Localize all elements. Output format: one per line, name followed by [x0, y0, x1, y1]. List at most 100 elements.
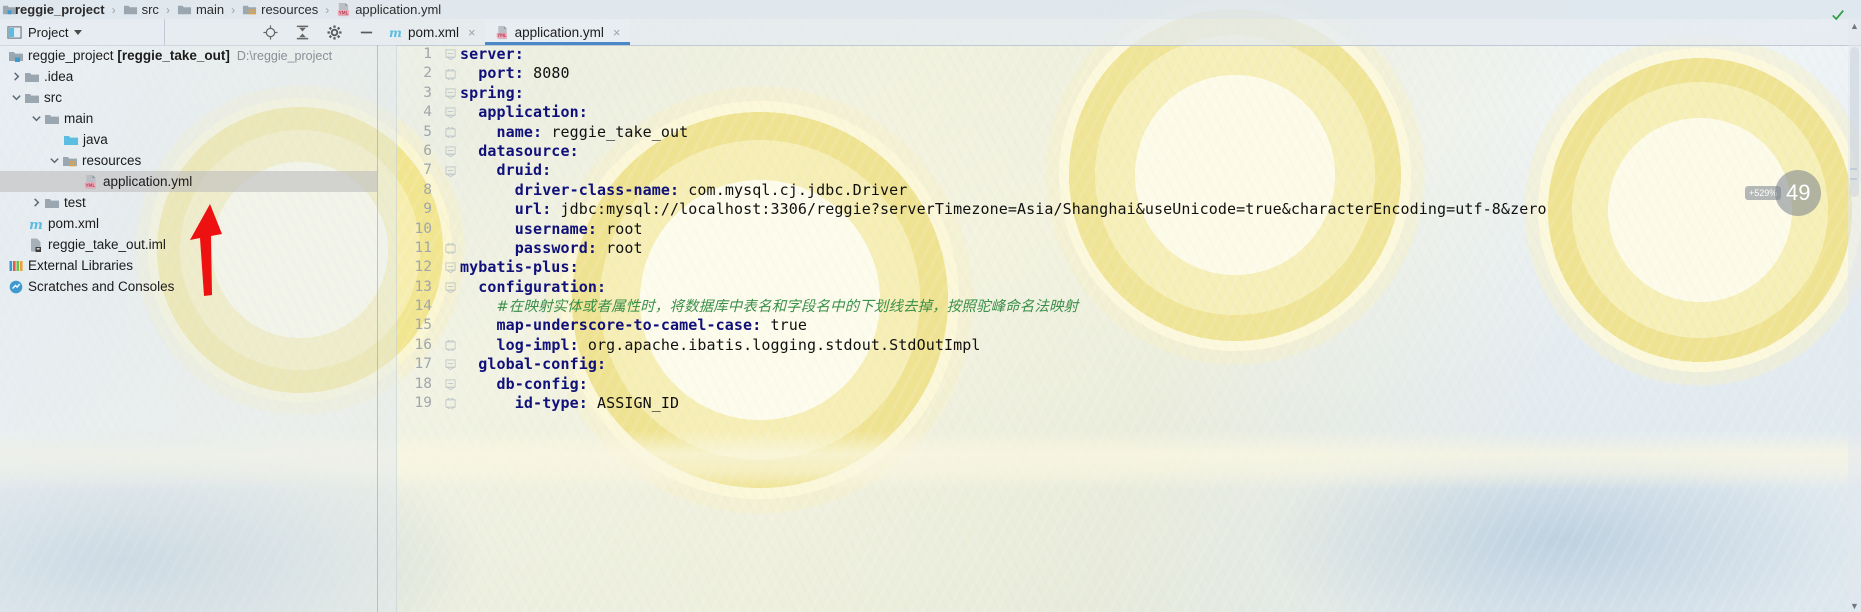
breadcrumb-label: application.yml	[355, 2, 442, 17]
settings-gear-icon[interactable]	[326, 24, 343, 41]
folder-icon	[45, 114, 59, 124]
line-number: 6	[423, 142, 432, 159]
fold-handle-open[interactable]	[440, 258, 460, 277]
breadcrumb-separator: ›	[111, 2, 116, 17]
chevron-down-icon[interactable]	[48, 154, 61, 167]
editor-tab-pom-xml[interactable]: m pom.xml ×	[378, 19, 485, 45]
fold-handle-endcap[interactable]	[440, 64, 460, 83]
editor-tab-application-yml[interactable]: YML application.yml ×	[484, 19, 630, 45]
code-line: druid:	[460, 161, 1861, 180]
line-number: 4	[423, 104, 432, 121]
breadcrumb-item-project[interactable]: reggie_project	[0, 2, 107, 17]
code-line: #在映射实体或者属性时，将数据库中表名和字段名中的下划线去掉，按照驼峰命名法映射	[460, 297, 1861, 316]
tree-row-iml[interactable]: reggie_take_out.iml	[0, 234, 377, 255]
fold-handle-endcap[interactable]	[440, 239, 460, 258]
code-line: global-config:	[460, 355, 1861, 374]
tree-row-test[interactable]: test	[0, 192, 377, 213]
svg-text:YML: YML	[338, 10, 349, 16]
maven-file-icon: m	[29, 218, 43, 232]
code-line: map-underscore-to-camel-case: true	[460, 316, 1861, 335]
scratches-icon	[9, 280, 23, 293]
yaml-key: log-impl:	[496, 335, 579, 354]
line-number: 11	[414, 239, 432, 256]
fold-handle-open[interactable]	[440, 142, 460, 161]
yaml-key: spring:	[460, 83, 524, 102]
chevron-down-icon[interactable]	[74, 29, 83, 35]
collapse-all-icon[interactable]	[294, 24, 311, 41]
yaml-value: ASSIGN_ID	[596, 394, 680, 413]
yaml-key: configuration:	[478, 277, 607, 296]
line-number: 13	[414, 278, 432, 295]
close-icon[interactable]: ×	[613, 25, 621, 40]
tree-row-pom-xml[interactable]: m pom.xml	[0, 213, 377, 234]
window-vertical-scrollbar[interactable]: ▲ ▼	[1848, 19, 1861, 612]
chevron-down-icon[interactable]	[30, 112, 43, 125]
tree-row-resources[interactable]: resources	[0, 150, 377, 171]
tree-row-main[interactable]: main	[0, 108, 377, 129]
fold-handle-endcap[interactable]	[440, 394, 460, 413]
code-folding-column[interactable]	[440, 45, 460, 612]
tree-row-java[interactable]: java	[0, 129, 377, 150]
tree-row-idea[interactable]: .idea	[0, 66, 377, 87]
yaml-key: datasource:	[478, 141, 579, 160]
tree-row-src[interactable]: src	[0, 87, 377, 108]
yml-file-icon: YML	[85, 174, 96, 189]
hide-window-icon[interactable]	[358, 24, 375, 41]
resources-folder-icon	[63, 156, 77, 166]
chevron-right-icon[interactable]	[10, 70, 23, 83]
code-line: db-config:	[460, 375, 1861, 394]
project-path: D:\reggie_project	[236, 48, 333, 63]
chevron-right-icon[interactable]	[30, 196, 43, 209]
code-line: mybatis-plus:	[460, 258, 1861, 277]
breadcrumb: reggie_project › src › main › resources …	[0, 0, 1861, 19]
source-folder-icon	[64, 135, 78, 145]
tree-row-application-yml[interactable]: YML application.yml	[0, 171, 377, 192]
tree-row-label: resources	[82, 153, 142, 168]
yaml-key: name:	[496, 122, 543, 141]
close-icon[interactable]: ×	[468, 25, 476, 40]
project-panel-toolbar	[262, 19, 378, 45]
line-number: 17	[414, 356, 432, 373]
breadcrumb-separator: ›	[231, 2, 236, 17]
tree-row-project-root[interactable]: reggie_project [reggie_take_out] D:\regg…	[0, 45, 377, 66]
inspection-ok-checkmark-icon[interactable]	[1831, 8, 1845, 22]
tree-row-external-libraries[interactable]: External Libraries	[0, 255, 377, 276]
yaml-value: com.mysql.cj.jdbc.Driver	[688, 180, 908, 199]
yaml-key: global-config:	[478, 355, 607, 374]
fold-handle-open[interactable]	[440, 278, 460, 297]
locate-icon[interactable]	[262, 24, 279, 41]
fold-handle-open[interactable]	[440, 355, 460, 374]
yaml-key: id-type:	[514, 394, 588, 413]
line-number: 3	[423, 84, 432, 101]
breadcrumb-item-main[interactable]: main	[175, 2, 226, 17]
line-number: 7	[423, 162, 432, 179]
chevron-down-icon[interactable]	[10, 91, 23, 104]
scroll-up-arrow-icon[interactable]: ▲	[1848, 19, 1861, 32]
fold-handle-open[interactable]	[440, 45, 460, 64]
code-line: url: jdbc:mysql://localhost:3306/reggie?…	[460, 200, 1861, 219]
zoom-level-badge: +529% 49	[1745, 170, 1822, 216]
breadcrumb-item-resources[interactable]: resources	[240, 2, 320, 17]
tree-row-label: Scratches and Consoles	[28, 279, 175, 294]
scroll-down-arrow-icon[interactable]: ▼	[1848, 599, 1861, 612]
code-line: username: root	[460, 220, 1861, 239]
breadcrumb-item-src[interactable]: src	[121, 2, 161, 17]
fold-handle-open[interactable]	[440, 161, 460, 180]
project-panel-title: Project	[28, 24, 69, 40]
fold-handle-endcap[interactable]	[440, 336, 460, 355]
tree-row-label: application.yml	[103, 174, 193, 189]
yaml-key: username:	[514, 219, 597, 238]
breadcrumb-item-file[interactable]: YML application.yml	[334, 2, 443, 17]
fold-handle-open[interactable]	[440, 84, 460, 103]
code-text-area[interactable]: server: port: 8080 spring: application: …	[460, 45, 1861, 612]
code-editor[interactable]: 1 2 3 4 5 6 7 8 9 10 11 12 13 14 15 16 1…	[378, 45, 1861, 612]
fold-handle-open[interactable]	[440, 103, 460, 122]
fold-handle-endcap[interactable]	[440, 123, 460, 142]
fold-handle-open[interactable]	[440, 375, 460, 394]
project-tool-window-header[interactable]: Project	[0, 19, 165, 45]
tree-row-label: test	[64, 195, 86, 210]
project-tree[interactable]: reggie_project [reggie_take_out] D:\regg…	[0, 45, 378, 612]
yaml-comment: #在映射实体或者属性时，将数据库中表名和字段名中的下划线去掉，按照驼峰命名法映射	[496, 299, 1079, 316]
yaml-value: root	[606, 238, 643, 257]
tree-row-scratches-consoles[interactable]: Scratches and Consoles	[0, 276, 377, 297]
